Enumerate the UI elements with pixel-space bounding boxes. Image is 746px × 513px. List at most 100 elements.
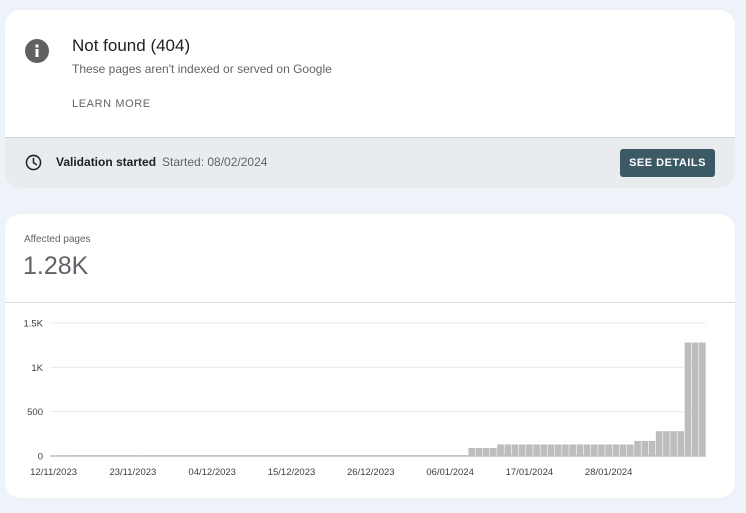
chart-bar[interactable]	[345, 455, 353, 456]
chart-bar[interactable]	[410, 455, 418, 456]
chart-bar[interactable]	[230, 455, 238, 456]
chart-bar[interactable]	[100, 455, 108, 456]
chart-bar[interactable]	[684, 342, 692, 456]
chart-bar[interactable]	[518, 444, 526, 456]
chart-bar[interactable]	[526, 444, 533, 456]
chart-bar[interactable]	[93, 455, 101, 456]
chart-bar[interactable]	[417, 455, 425, 456]
chart-bar[interactable]	[331, 455, 339, 456]
chart-bar[interactable]	[273, 455, 281, 456]
chart-bar[interactable]	[107, 455, 115, 456]
see-details-button[interactable]: SEE DETAILS	[620, 149, 715, 177]
validation-status-bar: Validation started Started: 08/02/2024 S…	[5, 137, 735, 188]
chart-bar[interactable]	[504, 444, 512, 456]
x-tick-label: 26/12/2023	[347, 467, 395, 478]
chart-bar[interactable]	[187, 455, 194, 456]
chart-bar[interactable]	[360, 455, 367, 456]
chart-bar[interactable]	[619, 444, 627, 456]
chart-bar[interactable]	[79, 455, 86, 456]
chart-bar[interactable]	[324, 455, 331, 456]
chart-bar[interactable]	[677, 431, 685, 456]
chart-bar[interactable]	[389, 455, 396, 456]
chart-bar[interactable]	[569, 444, 576, 456]
chart-bar[interactable]	[244, 455, 252, 456]
chart-bar[interactable]	[497, 444, 504, 456]
chart-bar[interactable]	[194, 455, 202, 456]
chart-bar[interactable]	[180, 455, 187, 456]
chart-bar[interactable]	[115, 455, 122, 456]
chart-bar[interactable]	[554, 444, 562, 456]
chart-bar[interactable]	[129, 455, 137, 456]
chart-bar[interactable]	[490, 448, 497, 456]
chart-bar[interactable]	[533, 444, 540, 456]
chart-bar[interactable]	[201, 455, 209, 456]
chart-bar[interactable]	[158, 455, 166, 456]
chart-bar[interactable]	[403, 455, 411, 456]
chart-bar[interactable]	[280, 455, 288, 456]
chart-bar[interactable]	[562, 444, 569, 456]
chart-bar[interactable]	[208, 455, 216, 456]
chart-bar[interactable]	[468, 448, 476, 456]
chart-divider	[5, 302, 735, 303]
chart-bar[interactable]	[165, 455, 173, 456]
chart-bar[interactable]	[353, 455, 360, 456]
chart-bar[interactable]	[223, 455, 230, 456]
chart-bar[interactable]	[605, 444, 612, 456]
info-icon	[25, 39, 49, 63]
chart-bar[interactable]	[461, 455, 468, 456]
chart-bar[interactable]	[612, 444, 620, 456]
chart-bar[interactable]	[136, 455, 144, 456]
chart-bar[interactable]	[396, 455, 403, 456]
chart-bar[interactable]	[699, 342, 706, 456]
chart-bar[interactable]	[237, 455, 245, 456]
chart-bar[interactable]	[576, 444, 584, 456]
chart-bar[interactable]	[598, 444, 605, 456]
chart-bar[interactable]	[374, 455, 382, 456]
chart-bar[interactable]	[252, 455, 259, 456]
chart-bar[interactable]	[641, 440, 649, 456]
chart-bar[interactable]	[475, 448, 483, 456]
x-tick-label: 23/11/2023	[109, 467, 156, 478]
chart-bar[interactable]	[691, 342, 699, 456]
chart-bar[interactable]	[71, 455, 79, 456]
chart-bar[interactable]	[86, 455, 93, 456]
chart-bar[interactable]	[663, 431, 670, 456]
chart-bar[interactable]	[590, 444, 598, 456]
learn-more-link[interactable]: LEARN MORE	[72, 98, 151, 110]
chart-bar[interactable]	[309, 455, 317, 456]
chart-bar[interactable]	[547, 444, 555, 456]
chart-bar[interactable]	[144, 455, 151, 456]
chart-bar[interactable]	[648, 440, 656, 456]
chart-bar[interactable]	[288, 455, 295, 456]
affected-pages-value: 1.28K	[23, 252, 89, 280]
chart-bar[interactable]	[655, 431, 663, 456]
chart-bar[interactable]	[367, 455, 375, 456]
chart-bar[interactable]	[511, 444, 519, 456]
chart-bar[interactable]	[670, 431, 677, 456]
chart-bar[interactable]	[381, 455, 389, 456]
chart-bar[interactable]	[425, 455, 432, 456]
chart-bar[interactable]	[446, 455, 454, 456]
chart-bar[interactable]	[172, 455, 180, 456]
chart-bar[interactable]	[583, 444, 591, 456]
chart-bar[interactable]	[338, 455, 346, 456]
chart-bar[interactable]	[482, 448, 490, 456]
chart-bar[interactable]	[634, 440, 641, 456]
chart-bar[interactable]	[453, 455, 461, 456]
chart-bar[interactable]	[259, 455, 266, 456]
chart-bar[interactable]	[64, 455, 72, 456]
chart-bar[interactable]	[627, 444, 634, 456]
x-tick-label: 28/01/2024	[585, 467, 633, 478]
chart-bar[interactable]	[57, 455, 65, 456]
chart-bar[interactable]	[432, 455, 439, 456]
chart-bar[interactable]	[266, 455, 274, 456]
chart-bar[interactable]	[540, 444, 548, 456]
chart-bar[interactable]	[122, 455, 129, 456]
chart-bar[interactable]	[295, 455, 303, 456]
validation-status: Validation started	[56, 155, 157, 169]
chart-bar[interactable]	[151, 455, 158, 456]
chart-bar[interactable]	[216, 455, 223, 456]
chart-bar[interactable]	[439, 455, 447, 456]
chart-bar[interactable]	[302, 455, 310, 456]
chart-bar[interactable]	[317, 455, 324, 456]
